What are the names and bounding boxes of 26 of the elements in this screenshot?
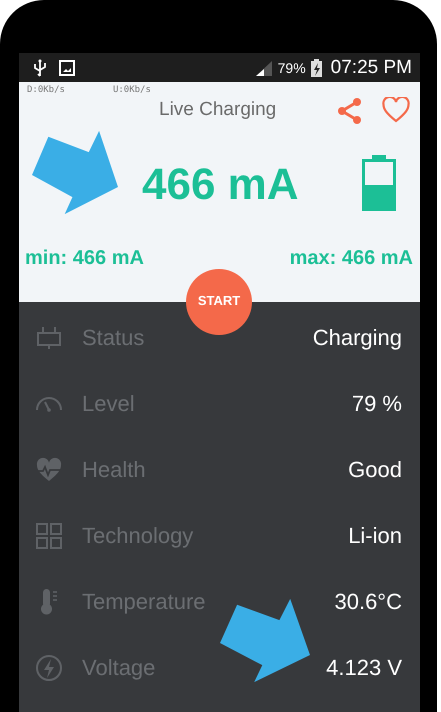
- image-icon: [59, 60, 75, 76]
- clock-time: 07:25 PM: [330, 56, 412, 78]
- stat-value: Charging: [312, 325, 402, 351]
- stat-value: 4.123 V: [326, 655, 402, 681]
- battery-percent: 79%: [278, 60, 306, 76]
- app-title: Live Charging: [159, 99, 276, 121]
- heart-pulse-icon: [35, 456, 63, 484]
- stat-value: 79 %: [352, 391, 402, 417]
- min-reading: min: 466 mA: [25, 247, 144, 270]
- signal-icon: [254, 60, 273, 76]
- start-button[interactable]: START: [186, 269, 252, 335]
- share-icon[interactable]: [336, 97, 364, 125]
- current-reading: 466 mA: [142, 160, 299, 210]
- usb-icon: [33, 58, 47, 76]
- heart-icon[interactable]: [382, 97, 410, 123]
- upload-speed: U:0Kb/s: [112, 85, 151, 97]
- stat-value: 30.6°C: [334, 589, 402, 615]
- max-reading: max: 466 mA: [290, 247, 413, 270]
- battery-icon: [362, 155, 396, 211]
- lightning-icon: [35, 654, 63, 682]
- stat-value: Good: [348, 457, 402, 483]
- download-speed: D:0Kb/s: [27, 85, 65, 97]
- stat-value: Li-ion: [348, 523, 402, 549]
- charging-battery-icon: [310, 58, 322, 76]
- plug-icon: [35, 324, 63, 352]
- grid-icon: [35, 522, 63, 550]
